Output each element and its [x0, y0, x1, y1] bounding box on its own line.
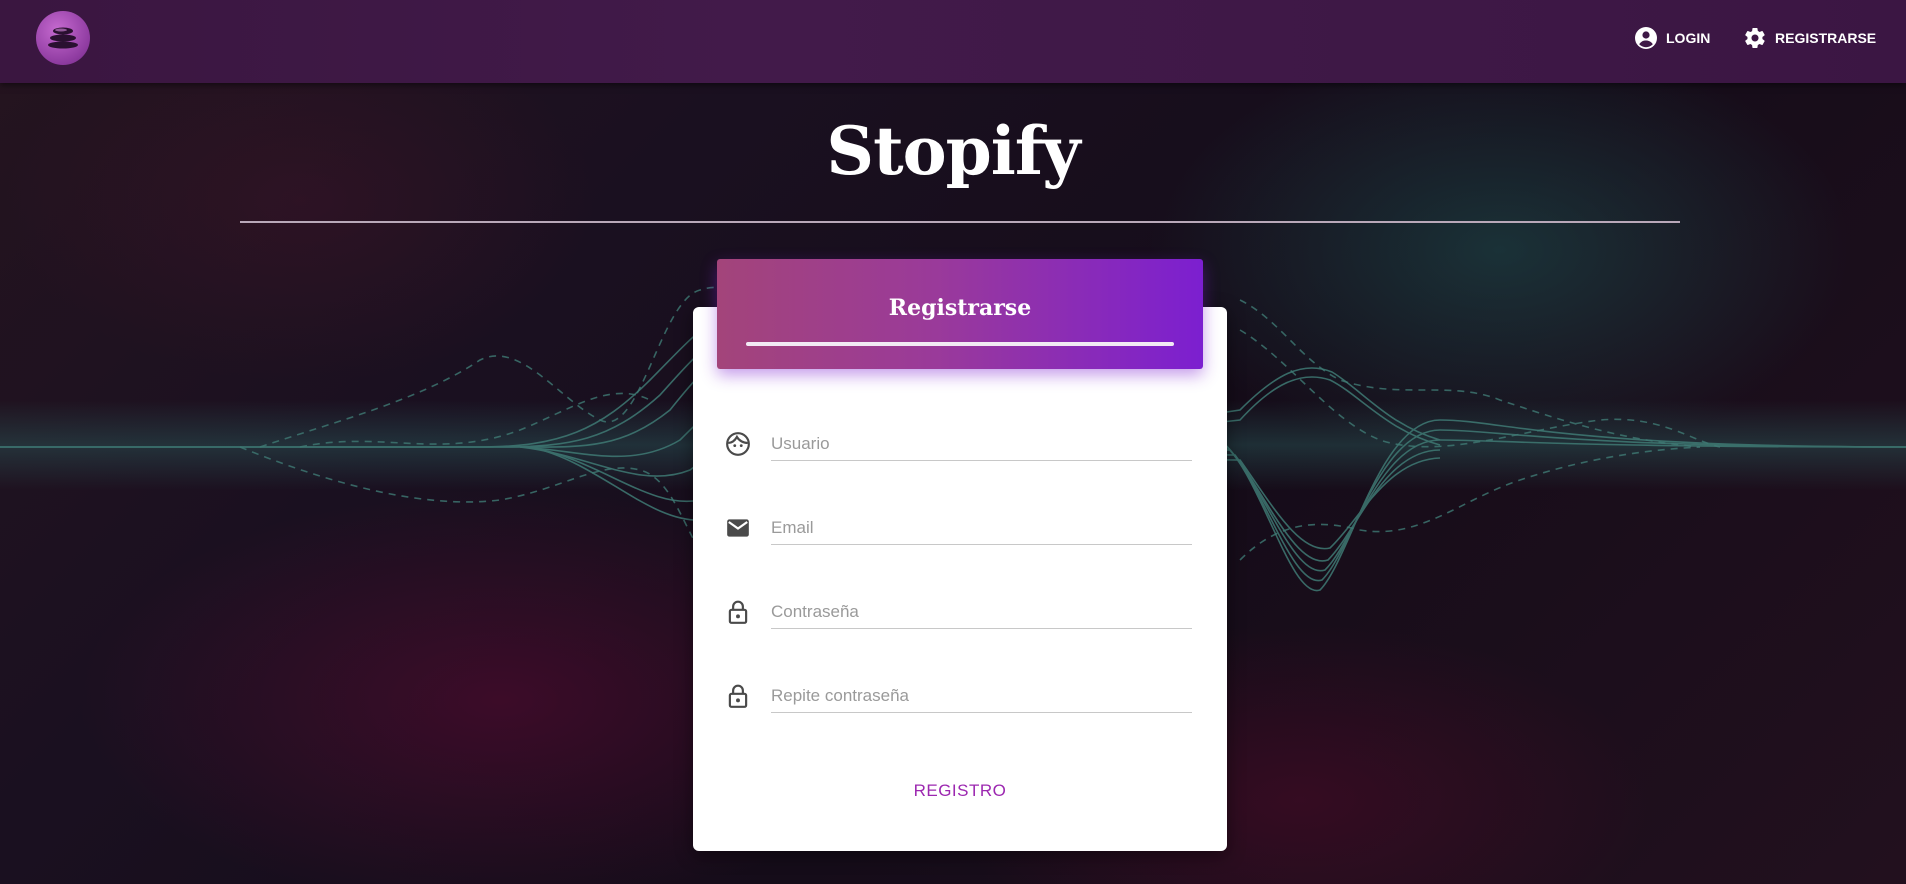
- lock-icon: [728, 600, 748, 624]
- stack-logo-icon: [48, 27, 78, 49]
- app-logo[interactable]: [36, 11, 90, 65]
- registro-button[interactable]: REGISTRO: [890, 774, 1030, 808]
- username-field: [725, 417, 1192, 467]
- password-field: [725, 585, 1192, 635]
- settings-gear-icon: [1745, 28, 1765, 49]
- nav-register-label: REGISTRARSE: [1775, 30, 1877, 46]
- nav-login-link[interactable]: LOGIN: [1634, 24, 1710, 52]
- account-circle-icon: [1635, 27, 1657, 49]
- card-header-underline: [746, 342, 1174, 346]
- face-icon: [726, 432, 750, 456]
- app-title: Stopify: [826, 112, 1080, 190]
- email-field: [725, 501, 1192, 551]
- nav-login-label: LOGIN: [1666, 30, 1711, 46]
- register-card: [693, 307, 1227, 851]
- lock-icon: [728, 684, 748, 708]
- top-app-bar: LOGIN REGISTRARSE: [0, 0, 1906, 83]
- repeat-password-field: [725, 669, 1192, 719]
- title-divider: [240, 221, 1680, 223]
- mail-icon: [727, 519, 749, 537]
- username-input[interactable]: [771, 427, 1192, 461]
- register-card-title: Registrarse: [888, 295, 1032, 321]
- repeat-password-input[interactable]: [771, 679, 1192, 713]
- nav-register-link[interactable]: REGISTRARSE: [1743, 24, 1876, 52]
- email-input[interactable]: [771, 511, 1192, 545]
- password-input[interactable]: [771, 595, 1192, 629]
- register-card-header: Registrarse: [717, 259, 1203, 369]
